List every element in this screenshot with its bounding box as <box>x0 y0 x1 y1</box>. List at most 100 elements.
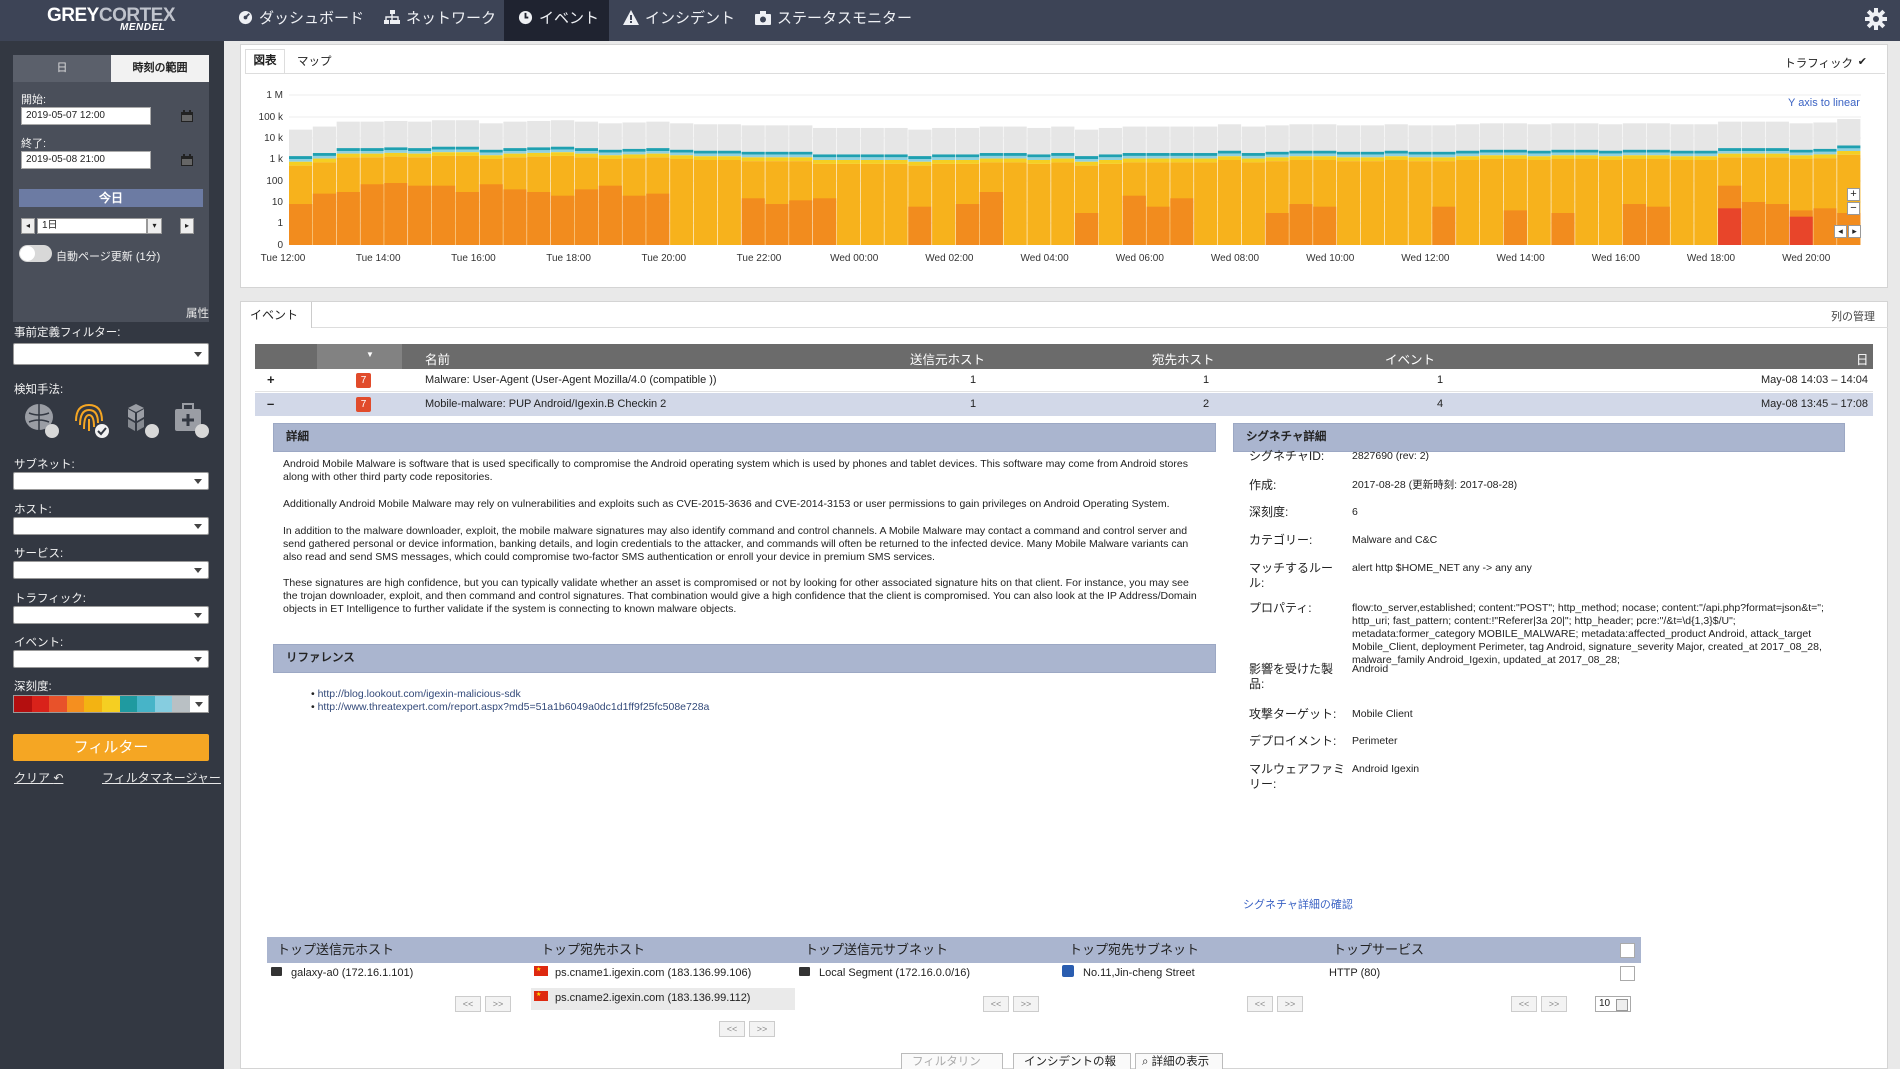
entry-text[interactable]: Local Segment (172.16.0.0/16) <box>819 967 970 979</box>
show-details-button[interactable]: ⌕ 詳細の表示 <box>1135 1053 1223 1069</box>
table-row[interactable]: + 7 Malware: User-Agent (User-Agent Mozi… <box>255 369 1873 392</box>
attributes-link[interactable]: 属性 <box>186 305 209 321</box>
host-select[interactable] <box>13 517 209 535</box>
severity-swatch[interactable] <box>172 696 190 712</box>
tab-chart[interactable]: 図表 <box>245 49 285 73</box>
pager-next-button[interactable]: >> <box>1277 996 1303 1012</box>
pager-next-button[interactable]: >> <box>1541 996 1567 1012</box>
severity-swatch[interactable] <box>49 696 67 712</box>
clear-link[interactable]: クリア ↶ <box>14 769 63 786</box>
col-name[interactable]: 名前 <box>425 349 450 368</box>
brain-icon[interactable] <box>22 401 60 439</box>
list-item[interactable]: HTTP (80) <box>1323 963 1641 985</box>
severity-swatch[interactable] <box>119 696 138 712</box>
box-select-all-checkbox[interactable] <box>1620 943 1635 958</box>
entry-text[interactable]: No.11,Jin-cheng Street <box>1083 967 1195 979</box>
medkit-icon[interactable] <box>172 401 210 439</box>
entry-text[interactable]: ps.cname2.igexin.com (183.136.99.112) <box>555 992 750 1004</box>
bar-orange <box>884 163 908 245</box>
reference-link[interactable]: http://blog.lookout.com/igexin-malicious… <box>318 688 521 700</box>
nav-events[interactable]: イベント <box>504 0 609 41</box>
pager-prev-button[interactable]: << <box>719 1021 745 1037</box>
nav-dashboard[interactable]: ダッシュボード <box>224 0 370 41</box>
pager-prev-button[interactable]: << <box>1511 996 1537 1012</box>
tab-day[interactable]: 日 <box>13 55 111 82</box>
chevron-down-icon[interactable]: ▾ <box>147 218 162 234</box>
severity-swatch[interactable] <box>66 696 85 712</box>
filtering-button[interactable]: フィルタリング用 <box>901 1053 1003 1069</box>
expand-toggle[interactable]: + <box>267 372 275 387</box>
sort-severity-button[interactable]: ▼ <box>317 344 402 369</box>
pager-next-button[interactable]: >> <box>749 1021 775 1037</box>
tab-map[interactable]: マップ <box>297 53 332 69</box>
filter-button[interactable]: フィルター <box>13 734 209 761</box>
end-input[interactable]: 2019-05-08 21:00 <box>21 151 151 169</box>
tab-time-range[interactable]: 時刻の範囲 <box>111 55 209 82</box>
scroll-right-button[interactable]: ▸ <box>1848 225 1861 238</box>
cubes-icon[interactable] <box>122 401 160 439</box>
entry-text[interactable]: ps.cname1.igexin.com (183.136.99.106) <box>555 967 751 979</box>
entry-checkbox[interactable] <box>1620 966 1635 981</box>
nav-network[interactable]: ネットワーク <box>370 0 504 41</box>
traffic-checkbox[interactable]: ✔ <box>1858 55 1867 68</box>
col-src-hosts[interactable]: 送信元ホスト <box>910 349 985 368</box>
fingerprint-icon[interactable] <box>72 401 110 439</box>
top-stats-box: トップサービス HTTP (80) << >> 10 <box>1323 937 1641 1045</box>
entry-text[interactable]: HTTP (80) <box>1329 967 1380 979</box>
col-events[interactable]: イベント <box>1385 349 1435 368</box>
severity-swatch[interactable] <box>101 696 120 712</box>
pager-prev-button[interactable]: << <box>1247 996 1273 1012</box>
calendar-icon[interactable] <box>181 154 193 166</box>
nav-incidents[interactable]: インシデント <box>609 0 741 41</box>
service-select[interactable] <box>13 561 209 579</box>
event-name[interactable]: Malware: User-Agent (User-Agent Mozilla/… <box>425 374 717 386</box>
nav-status-monitor[interactable]: ステータスモニター <box>741 0 921 41</box>
entry-text[interactable]: galaxy-a0 (172.16.1.101) <box>291 967 413 979</box>
col-dst-hosts[interactable]: 宛先ホスト <box>1152 349 1215 368</box>
zoom-in-button[interactable]: + <box>1847 188 1860 201</box>
reference-link[interactable]: http://www.threatexpert.com/report.aspx?… <box>318 701 710 713</box>
reference-item[interactable]: • http://blog.lookout.com/igexin-malicio… <box>311 688 709 701</box>
severity-swatch[interactable] <box>31 696 50 712</box>
pager-prev-button[interactable]: << <box>983 996 1009 1012</box>
next-period-button[interactable]: ▸ <box>180 218 194 234</box>
event-select[interactable] <box>13 650 209 668</box>
reference-item[interactable]: • http://www.threatexpert.com/report.asp… <box>311 701 709 714</box>
collapse-toggle[interactable]: – <box>267 396 274 411</box>
bar-traffic <box>622 122 646 149</box>
bar-traffic <box>1646 123 1670 150</box>
prev-period-button[interactable]: ◂ <box>21 218 35 234</box>
manage-columns-link[interactable]: 列の管理 <box>1831 308 1875 324</box>
table-row[interactable]: – 7 Mobile-malware: PUP Android/Igexin.B… <box>255 393 1873 416</box>
severity-select[interactable] <box>13 695 209 713</box>
auto-refresh-toggle[interactable] <box>19 245 52 262</box>
event-name[interactable]: Mobile-malware: PUP Android/Igexin.B Che… <box>425 398 666 410</box>
page-size-select[interactable]: 10 <box>1595 996 1631 1012</box>
y-axis-linear-link[interactable]: Y axis to linear <box>1788 97 1860 109</box>
subnet-select[interactable] <box>13 472 209 490</box>
calendar-icon[interactable] <box>181 110 193 122</box>
severity-swatch[interactable] <box>137 696 155 712</box>
pager-next-button[interactable]: >> <box>1013 996 1039 1012</box>
tab-events[interactable]: イベント <box>242 302 312 328</box>
gear-icon[interactable] <box>1864 7 1888 31</box>
filter-manager-link[interactable]: フィルタマネージャー <box>102 769 221 786</box>
brand-logo[interactable]: GREYCORTEX MENDEL <box>0 0 224 41</box>
predefined-filter-select[interactable] <box>13 343 209 365</box>
report-incident-button[interactable]: インシデントの報告 <box>1013 1053 1131 1069</box>
zoom-out-button[interactable]: − <box>1847 202 1860 215</box>
severity-swatch[interactable] <box>154 696 173 712</box>
traffic-select[interactable] <box>13 606 209 624</box>
col-date[interactable]: 日 <box>1856 349 1869 368</box>
bar-orange <box>1217 160 1242 245</box>
pager-prev-button[interactable]: << <box>455 996 481 1012</box>
signature-details-link[interactable]: シグネチャ詳細の確認 <box>1243 896 1353 912</box>
severity-swatch[interactable] <box>84 696 102 712</box>
start-input[interactable]: 2019-05-07 12:00 <box>21 107 151 125</box>
severity-swatch[interactable] <box>14 696 32 712</box>
event-histogram[interactable]: 1 M100 k10 k1 k1001010Tue 12:00 Tue 14:00… <box>241 73 1889 293</box>
today-button[interactable]: 今日 <box>19 189 203 207</box>
pager-next-button[interactable]: >> <box>485 996 511 1012</box>
period-select[interactable]: 1日 <box>37 218 147 234</box>
scroll-left-button[interactable]: ◂ <box>1834 225 1847 238</box>
